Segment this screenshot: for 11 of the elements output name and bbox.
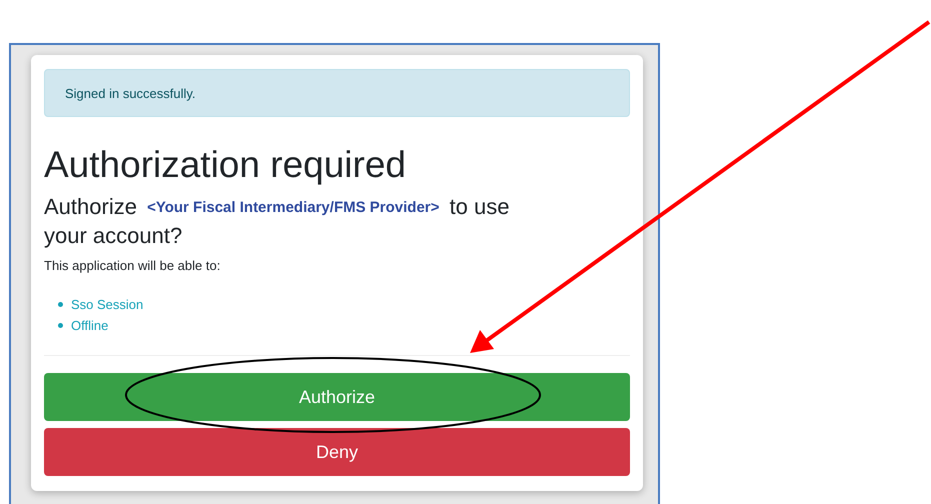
permissions-intro: This application will be able to:	[44, 257, 222, 275]
bullet-icon	[58, 323, 63, 328]
consent-question: Authorize <Your Fiscal Intermediary/FMS Provider> to use your account?	[44, 193, 510, 250]
client-name: <Your Fiscal Intermediary/FMS Provider>	[146, 199, 440, 216]
authorize-button[interactable]: Authorize	[44, 373, 630, 421]
scope-item: Sso Session	[71, 297, 144, 312]
page-title: Authorization required	[44, 143, 407, 187]
scope-item: Offline	[71, 318, 108, 333]
bullet-icon	[58, 302, 63, 307]
success-alert: Signed in successfully.	[44, 69, 630, 117]
deny-button[interactable]: Deny	[44, 428, 630, 476]
